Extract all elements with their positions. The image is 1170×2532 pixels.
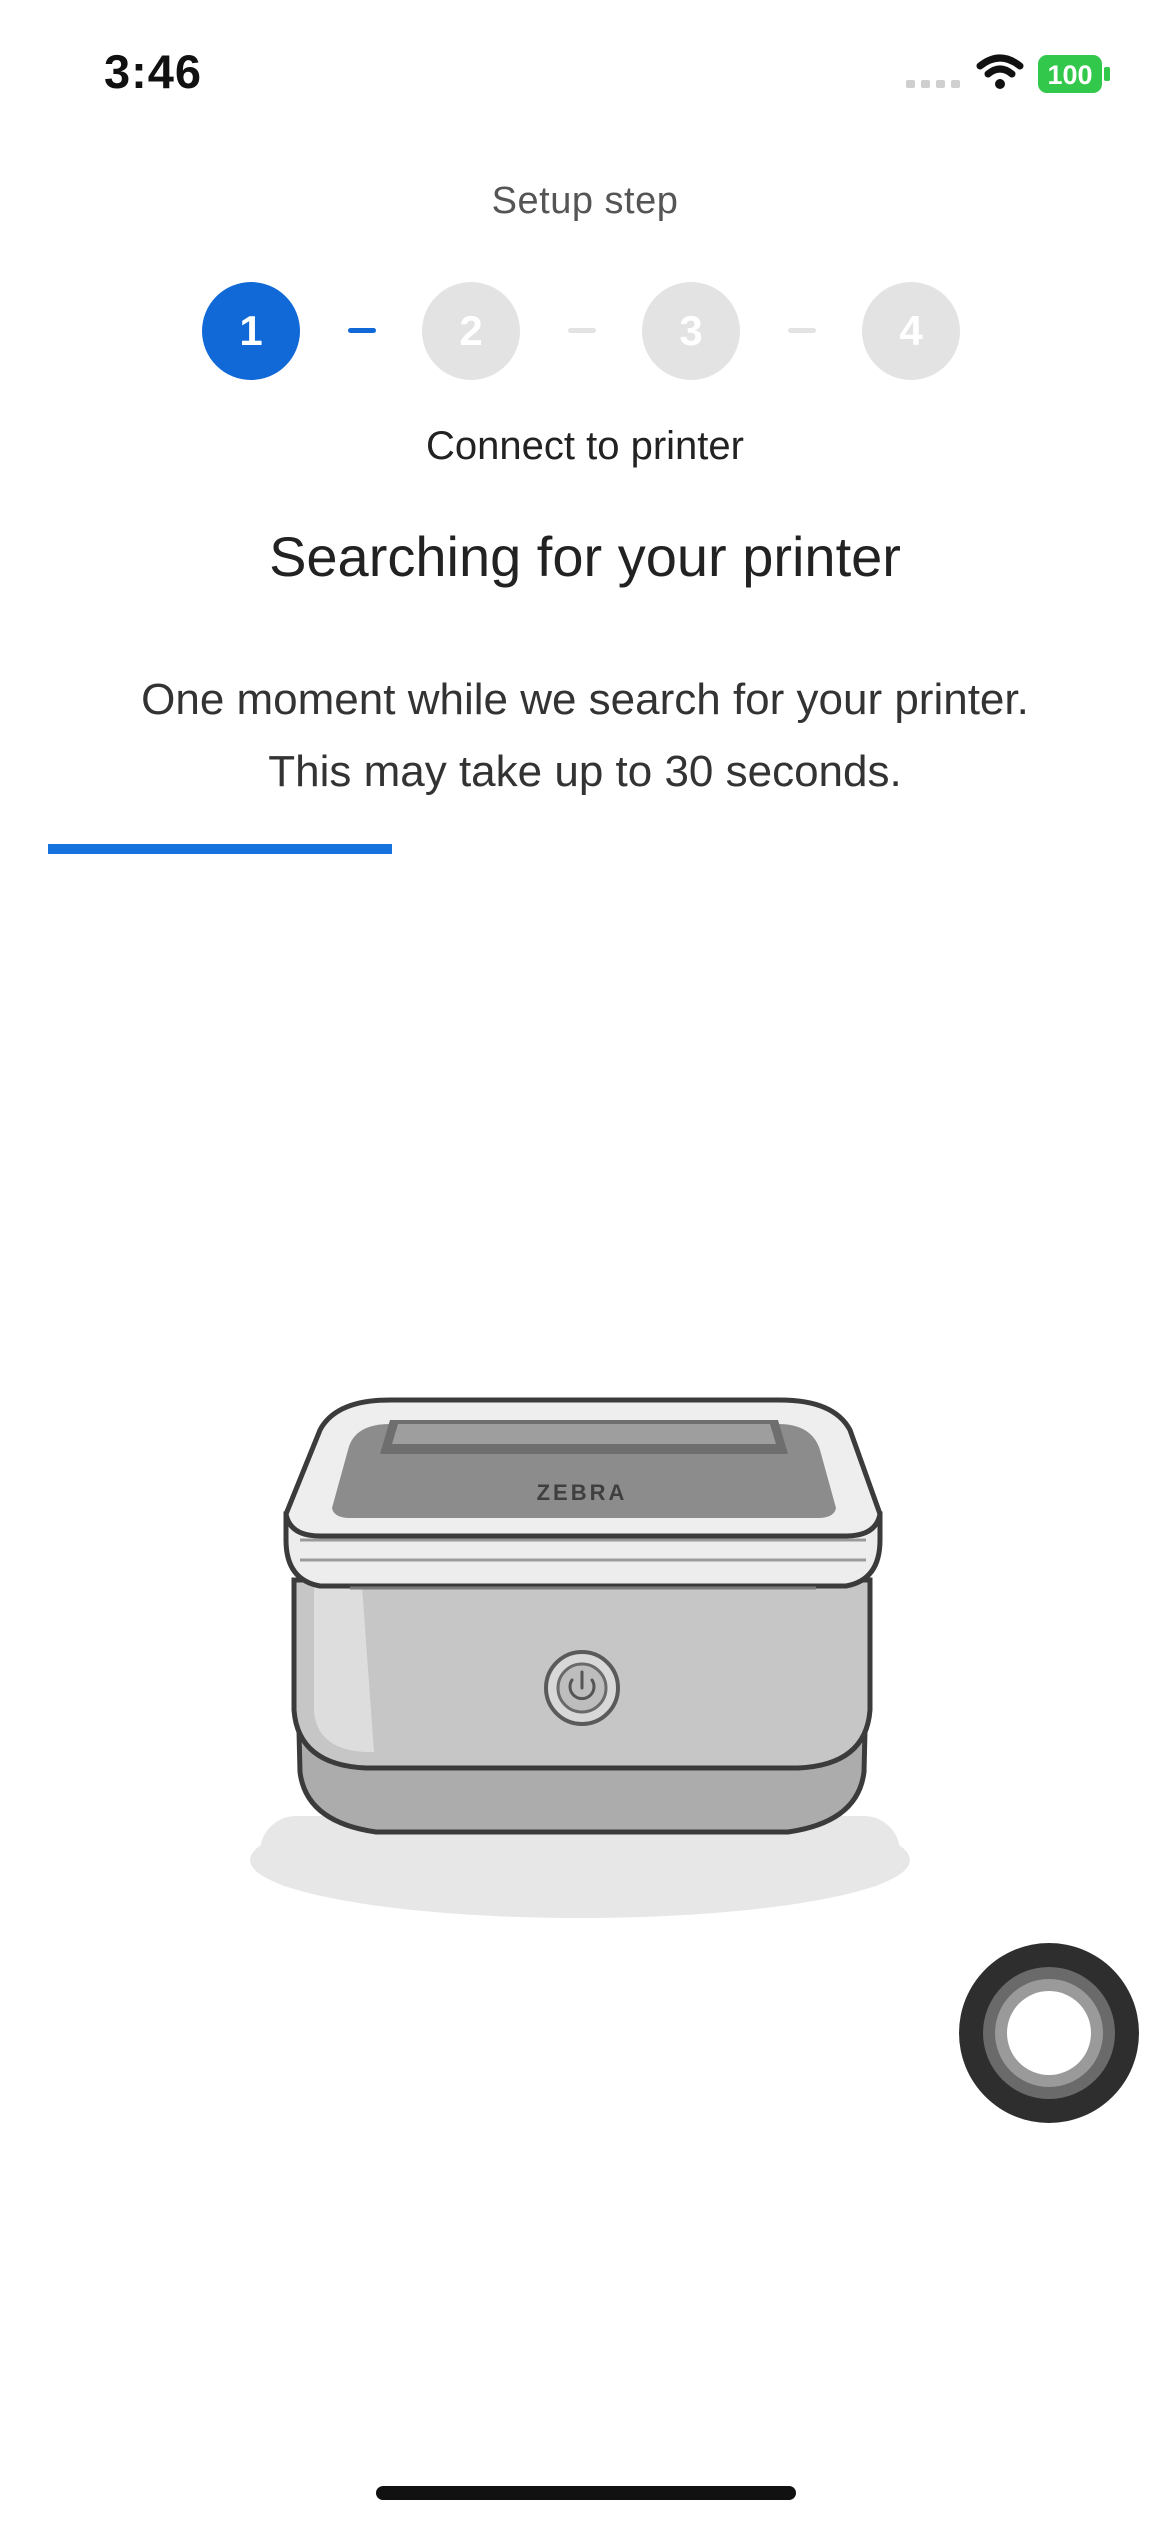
search-progress-fill [48, 844, 392, 854]
search-progress-bar [48, 844, 1122, 854]
svg-text:100: 100 [1047, 60, 1092, 90]
signal-icon [906, 72, 964, 88]
step-3-indicator: 3 [642, 282, 740, 380]
step-4-indicator: 4 [862, 282, 960, 380]
step-2-indicator: 2 [422, 282, 520, 380]
current-step-name: Connect to printer [426, 424, 744, 468]
printer-illustration: ZEBRA [250, 1397, 910, 1918]
step-connector-1 [348, 328, 376, 333]
page-title: Searching for your printer [269, 525, 901, 588]
setup-step-label: Setup step [491, 180, 679, 222]
description-line-1: One moment while we search for your prin… [141, 675, 1029, 724]
home-indicator[interactable] [376, 2486, 796, 2500]
battery-icon: 100 [1038, 55, 1110, 93]
step-1-indicator: 1 [202, 282, 300, 380]
description-line-2: This may take up to 30 seconds. [268, 747, 902, 796]
status-bar: 3:46 100 [0, 0, 1170, 150]
step-connector-3 [788, 328, 816, 333]
svg-text:ZEBRA: ZEBRA [537, 1480, 628, 1505]
loading-spinner-button[interactable] [958, 1942, 1140, 2124]
wifi-icon [976, 54, 1024, 89]
setup-stepper: 1 2 3 4 [0, 282, 1170, 382]
search-description: One moment while we search for your prin… [60, 664, 1110, 808]
status-time: 3:46 [104, 45, 203, 98]
step-connector-2 [568, 328, 596, 333]
